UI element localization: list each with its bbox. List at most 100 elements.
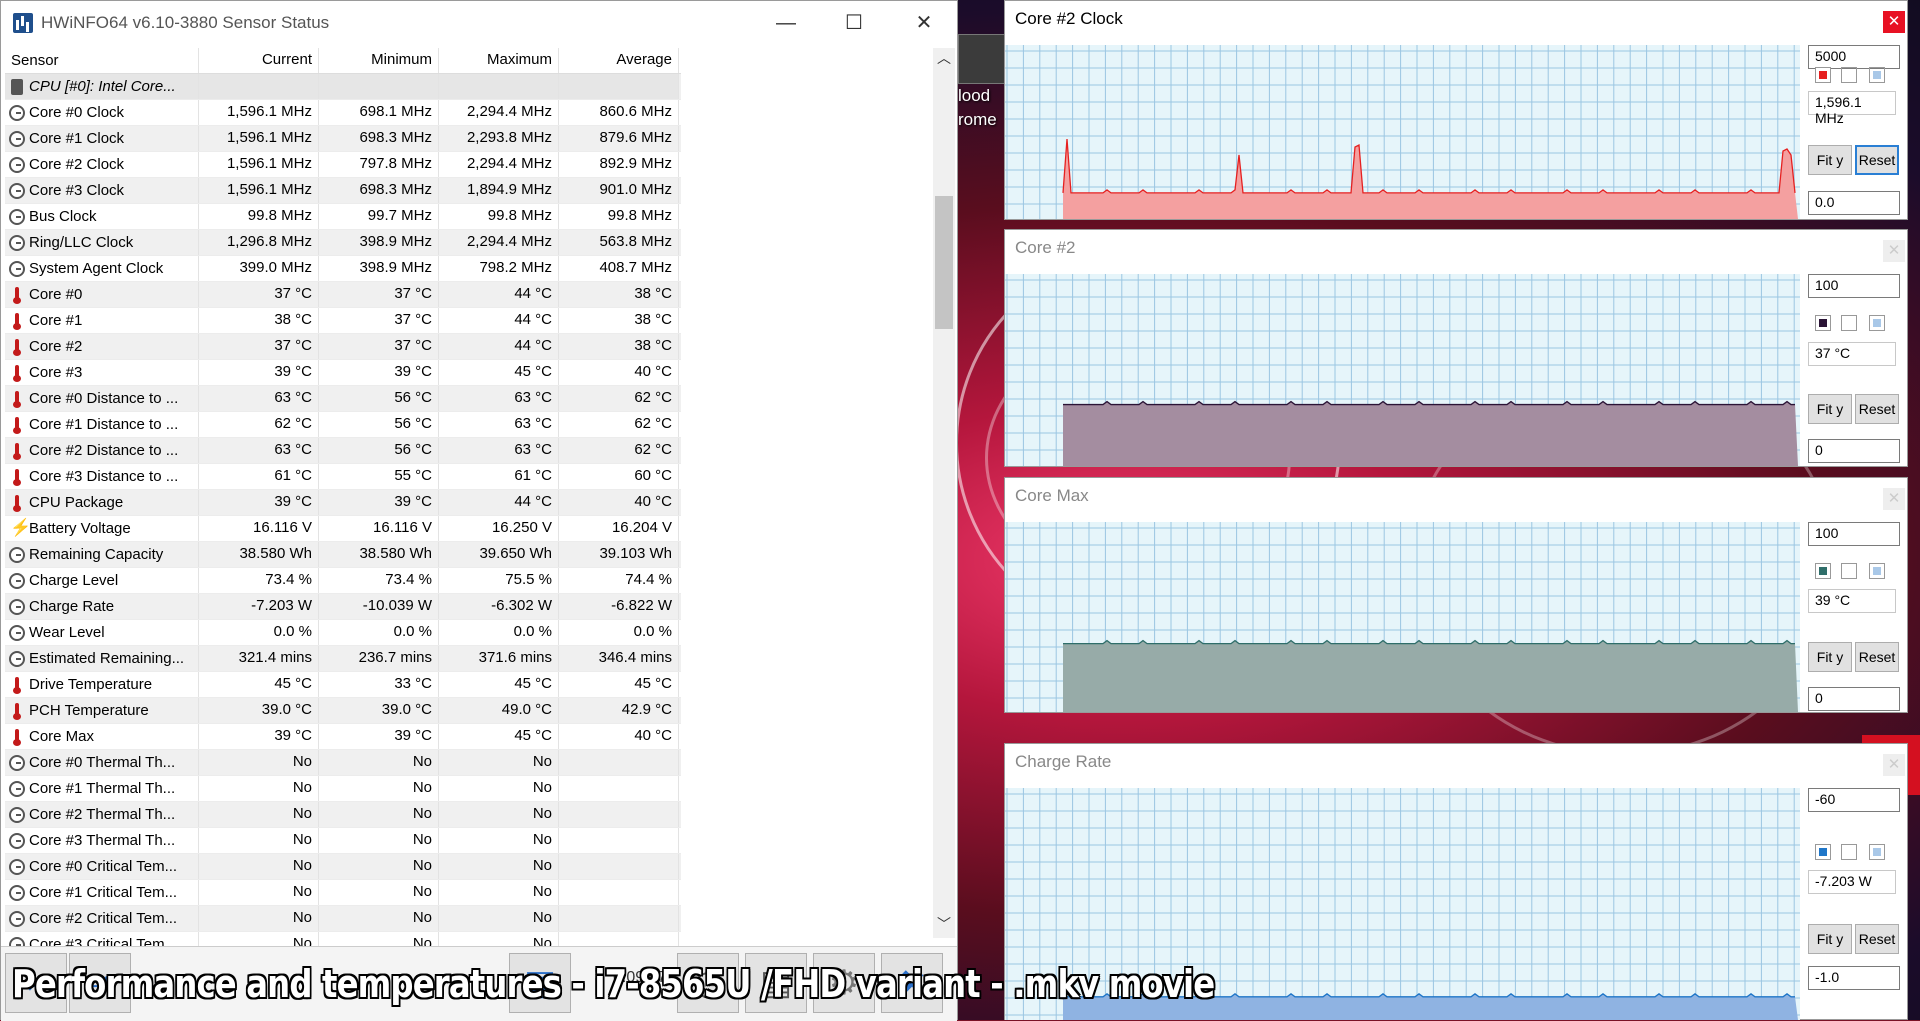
table-row[interactable]: Core #0 Thermal Th... No No No	[5, 750, 681, 776]
table-row[interactable]: CPU Package 39 °C 39 °C 44 °C 40 °C	[5, 490, 681, 516]
graph-close-button[interactable]: ✕	[1883, 240, 1905, 262]
graph-max-input[interactable]: 100	[1808, 522, 1900, 546]
clock-icon	[9, 130, 25, 147]
table-row[interactable]: Core Max 39 °C 39 °C 45 °C 40 °C	[5, 724, 681, 750]
graph-min-input[interactable]: -1.0	[1808, 966, 1900, 990]
graph-window-core2-clock[interactable]: Core #2 Clock ✕ 5000 1,596.1 MHz Fit y R…	[1004, 0, 1908, 220]
graph-min-input[interactable]: 0	[1808, 439, 1900, 463]
color-swatch-background[interactable]	[1869, 844, 1885, 860]
desktop-shortcut-label[interactable]: lood	[958, 86, 990, 106]
table-row[interactable]: System Agent Clock 399.0 MHz 398.9 MHz 798.…	[5, 256, 681, 282]
graph-close-button[interactable]: ✕	[1883, 754, 1905, 776]
maximum-value: 63 °C	[439, 412, 559, 437]
desktop-shortcut-label[interactable]: rome	[958, 110, 997, 130]
table-row[interactable]: Core #3 Thermal Th... No No No	[5, 828, 681, 854]
column-header-minimum[interactable]: Minimum	[319, 48, 439, 73]
color-swatch-line[interactable]	[1815, 315, 1831, 331]
average-value: 74.4 %	[559, 568, 679, 593]
reset-button[interactable]: Reset	[1855, 394, 1899, 424]
column-header-maximum[interactable]: Maximum	[439, 48, 559, 73]
table-row[interactable]: Core #3 Clock 1,596.1 MHz 698.3 MHz 1,894.9…	[5, 178, 681, 204]
color-swatch-line[interactable]	[1815, 67, 1831, 83]
graph-max-input[interactable]: 100	[1808, 274, 1900, 298]
table-row[interactable]: Drive Temperature 45 °C 33 °C 45 °C 45 °C	[5, 672, 681, 698]
table-row[interactable]: Core #2 Thermal Th... No No No	[5, 802, 681, 828]
table-row[interactable]: Core #0 37 °C 37 °C 44 °C 38 °C	[5, 282, 681, 308]
graph-window-core2[interactable]: Core #2 ✕ 100 37 °C Fit y Reset 0	[1004, 229, 1908, 467]
minimum-value: 39 °C	[319, 490, 439, 515]
fit-y-button[interactable]: Fit y	[1808, 642, 1852, 672]
reset-button[interactable]: Reset	[1855, 924, 1899, 954]
table-row[interactable]: Core #0 Clock 1,596.1 MHz 698.1 MHz 2,294.4…	[5, 100, 681, 126]
table-row[interactable]: Core #1 Thermal Th... No No No	[5, 776, 681, 802]
color-swatch-line[interactable]	[1815, 563, 1831, 579]
table-row[interactable]: Core #0 Distance to ... 63 °C 56 °C 63 °C 62…	[5, 386, 681, 412]
minimum-value: 698.3 MHz	[319, 178, 439, 203]
average-value: 40 °C	[559, 360, 679, 385]
reset-button[interactable]: Reset	[1855, 642, 1899, 672]
group-row[interactable]: CPU [#0]: Intel Core...	[5, 74, 681, 100]
current-value: No	[199, 802, 319, 827]
vertical-scrollbar[interactable]: ︿ ﹀	[933, 48, 955, 938]
table-row[interactable]: Core #1 Critical Tem... No No No	[5, 880, 681, 906]
fit-y-button[interactable]: Fit y	[1808, 924, 1852, 954]
desktop-shortcut-icon[interactable]	[958, 34, 1008, 84]
table-row[interactable]: Core #3 Distance to ... 61 °C 55 °C 61 °C 60…	[5, 464, 681, 490]
table-row[interactable]: Ring/LLC Clock 1,296.8 MHz 398.9 MHz 2,294.…	[5, 230, 681, 256]
table-row[interactable]: Battery Voltage16.116 V16.116 V16.250 V1…	[5, 516, 681, 542]
table-row[interactable]: Core #0 Critical Tem... No No No	[5, 854, 681, 880]
maximum-value: 63 °C	[439, 386, 559, 411]
minimum-value: 39 °C	[319, 724, 439, 749]
color-swatch-background[interactable]	[1869, 67, 1885, 83]
sensor-name: Battery Voltage	[29, 519, 131, 537]
table-row[interactable]: Wear Level 0.0 % 0.0 % 0.0 % 0.0 %	[5, 620, 681, 646]
thermometer-icon	[9, 338, 25, 356]
graph-min-input[interactable]: 0	[1808, 687, 1900, 711]
average-value: 38 °C	[559, 282, 679, 307]
minimize-button[interactable]: —	[763, 5, 809, 41]
table-row[interactable]: Core #2 Distance to ... 63 °C 56 °C 63 °C 62…	[5, 438, 681, 464]
fit-y-button[interactable]: Fit y	[1808, 145, 1852, 175]
color-swatch-fill[interactable]	[1841, 315, 1857, 331]
sensor-name: Core #2 Clock	[29, 155, 125, 173]
average-value: 39.103 Wh	[559, 542, 679, 567]
color-swatch-fill[interactable]	[1841, 67, 1857, 83]
graph-close-button[interactable]: ✕	[1883, 488, 1905, 510]
table-row[interactable]: Core #1 Clock 1,596.1 MHz 698.3 MHz 2,293.8…	[5, 126, 681, 152]
table-row[interactable]: Charge Level 73.4 % 73.4 % 75.5 % 74.4 %	[5, 568, 681, 594]
average-value: 40 °C	[559, 490, 679, 515]
scroll-up-icon[interactable]: ︿	[933, 48, 955, 68]
graph-close-button[interactable]: ✕	[1883, 11, 1905, 33]
maximize-button[interactable]: ☐	[831, 5, 877, 41]
color-swatch-fill[interactable]	[1841, 844, 1857, 860]
table-row[interactable]: Core #2 Critical Tem... No No No	[5, 906, 681, 932]
fit-y-button[interactable]: Fit y	[1808, 394, 1852, 424]
column-header-current[interactable]: Current	[199, 48, 319, 73]
color-swatch-background[interactable]	[1869, 315, 1885, 331]
table-row[interactable]: PCH Temperature 39.0 °C 39.0 °C 49.0 °C 42.9…	[5, 698, 681, 724]
color-swatch-line[interactable]	[1815, 844, 1831, 860]
column-header-average[interactable]: Average	[559, 48, 679, 73]
graph-max-input[interactable]: 5000	[1808, 45, 1900, 69]
graph-min-input[interactable]: 0.0	[1808, 191, 1900, 215]
table-row[interactable]: Core #2 Clock 1,596.1 MHz 797.8 MHz 2,294.4…	[5, 152, 681, 178]
graph-window-core-max[interactable]: Core Max ✕ 100 39 °C Fit y Reset 0	[1004, 477, 1908, 713]
table-row[interactable]: Core #3 39 °C 39 °C 45 °C 40 °C	[5, 360, 681, 386]
scroll-thumb[interactable]	[935, 196, 953, 329]
color-swatch-fill[interactable]	[1841, 563, 1857, 579]
current-value: 1,296.8 MHz	[199, 230, 319, 255]
table-row[interactable]: Bus Clock 99.8 MHz 99.7 MHz 99.8 MHz 99.8 MH…	[5, 204, 681, 230]
table-row[interactable]: Core #1 Distance to ... 62 °C 56 °C 63 °C 62…	[5, 412, 681, 438]
table-row[interactable]: Estimated Remaining... 321.4 mins 236.7 mi…	[5, 646, 681, 672]
table-row[interactable]: Core #1 38 °C 37 °C 44 °C 38 °C	[5, 308, 681, 334]
table-row[interactable]: Charge Rate -7.203 W -10.039 W -6.302 W -6.8…	[5, 594, 681, 620]
close-button[interactable]: ✕	[901, 5, 947, 41]
column-header-sensor[interactable]: Sensor	[5, 48, 199, 73]
table-row[interactable]: Core #2 37 °C 37 °C 44 °C 38 °C	[5, 334, 681, 360]
scroll-down-icon[interactable]: ﹀	[933, 914, 955, 934]
reset-button[interactable]: Reset	[1855, 145, 1899, 175]
table-row[interactable]: Remaining Capacity 38.580 Wh 38.580 Wh 39.6…	[5, 542, 681, 568]
title-bar[interactable]: HWiNFO64 v6.10-3880 Sensor Status — ☐ ✕	[1, 1, 957, 45]
graph-max-input[interactable]: -60	[1808, 788, 1900, 812]
color-swatch-background[interactable]	[1869, 563, 1885, 579]
